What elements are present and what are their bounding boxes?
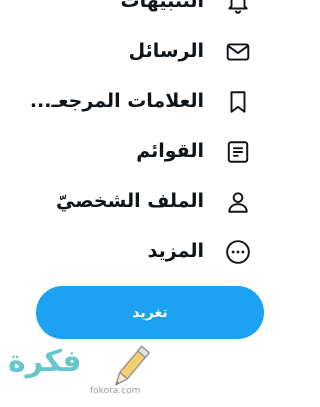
nav-item-label: الرسائل [128,40,204,62]
nav-item-label: الملف الشخصيّ [55,190,204,212]
nav-item-bookmarks[interactable]: العلامات المرجعـ... [0,76,311,126]
nav-item-label: المزيد [147,240,204,262]
person-icon [225,189,251,215]
bell-icon [225,0,251,15]
nav-item-messages[interactable]: الرسائل [0,26,311,76]
nav-item-profile[interactable]: الملف الشخصيّ [0,176,311,226]
nav-item-label: العلامات المرجعـ... [29,90,204,112]
bookmark-icon [225,89,251,115]
more-dots-icon [225,239,251,265]
pencil-icon [106,342,154,394]
twitter-sidebar: التنبيهات الرسائل العلامات المرجعـ... ال… [0,0,311,407]
nav-item-lists[interactable]: القوائم [0,126,311,176]
sidebar-nav: التنبيهات الرسائل العلامات المرجعـ... ال… [0,0,311,276]
watermark: فكرة fokora.com [8,342,151,402]
nav-item-label: القوائم [136,140,204,162]
list-icon [225,139,251,165]
nav-item-notifications[interactable]: التنبيهات [0,0,311,26]
nav-item-label: التنبيهات [120,0,204,12]
tweet-button[interactable]: تغريد [36,286,264,339]
watermark-text: فكرة [8,344,82,379]
nav-item-more[interactable]: المزيد [0,226,311,276]
envelope-icon [225,39,251,65]
